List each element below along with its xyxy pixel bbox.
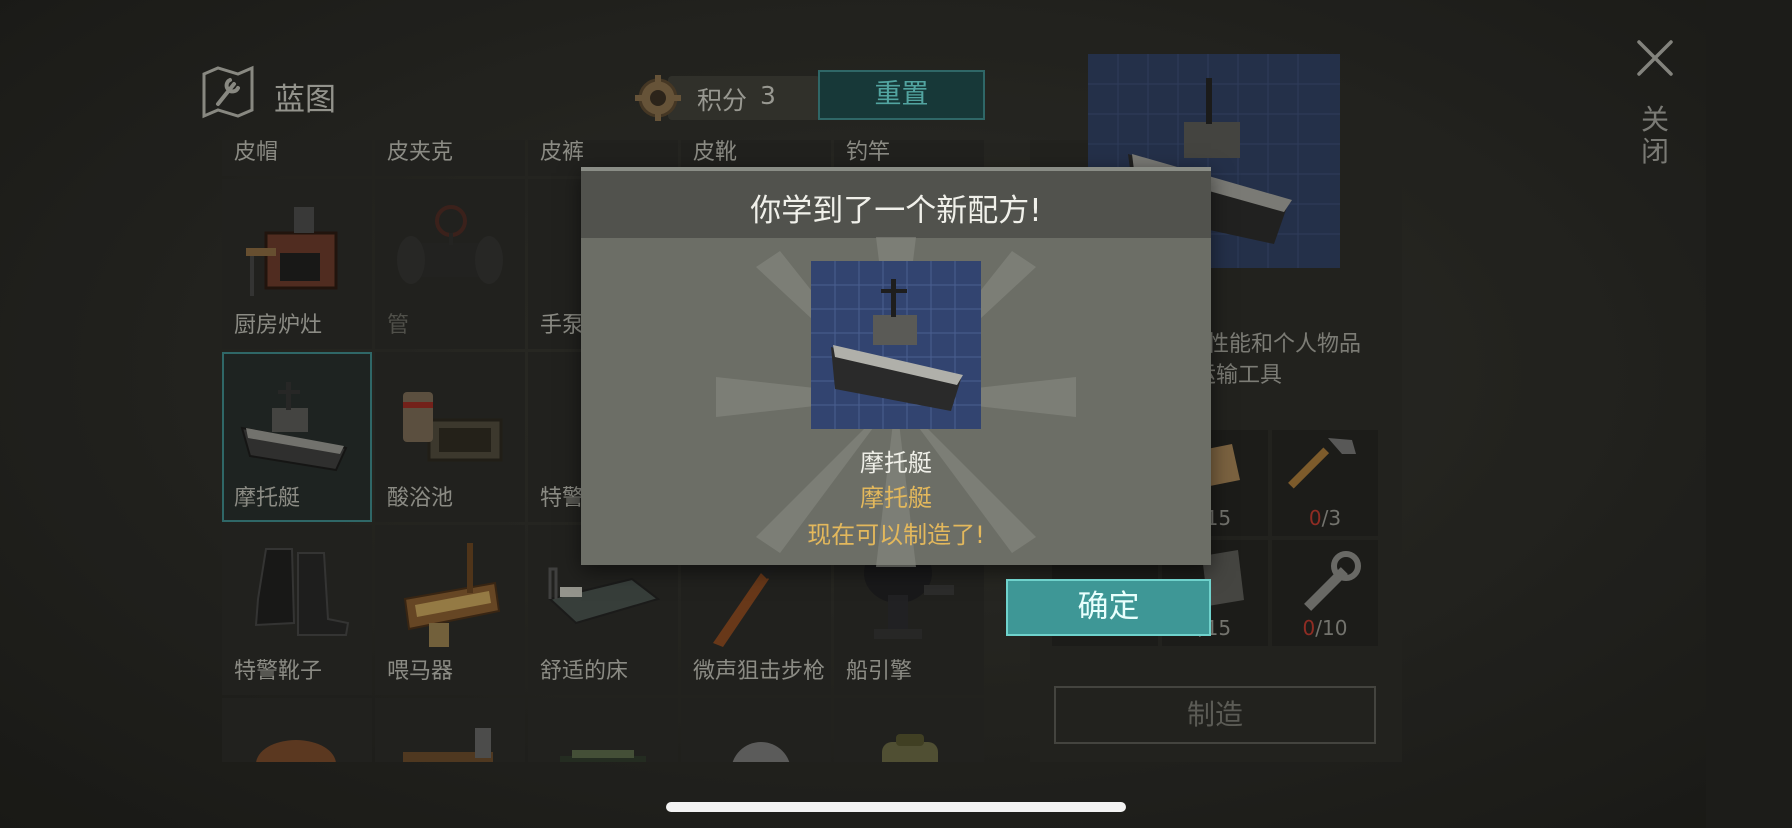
dialog-title: 你学到了一个新配方! [750,193,1042,229]
new-recipe-dialog: 你学到了一个新配方! 摩托艇 摩托艇 现在可以制造了! [581,167,1211,567]
home-indicator[interactable] [666,802,1126,812]
confirm-button[interactable]: 确定 [1006,579,1211,636]
recipe-item-subtitle: 摩托艇 [860,484,932,512]
recipe-message: 现在可以制造了! [807,521,985,549]
dialog-header: 你学到了一个新配方! [581,171,1211,238]
recipe-item-name: 摩托艇 [860,449,932,477]
motorboat-blueprint-icon [811,261,981,429]
